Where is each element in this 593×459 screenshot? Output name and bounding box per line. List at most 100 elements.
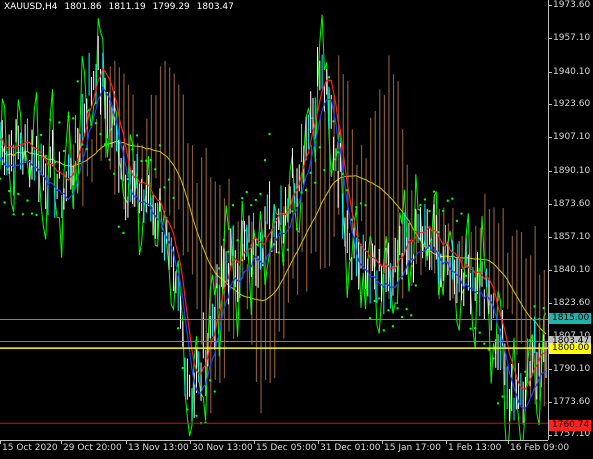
sar-dot [496, 402, 500, 405]
sar-dot [158, 144, 162, 147]
sar-dot [240, 196, 244, 200]
sar-dot [186, 408, 189, 411]
price-label: 1773.60 [553, 397, 591, 407]
sar-dot [145, 159, 148, 163]
sar-dot [391, 324, 395, 328]
sar-dot [350, 218, 354, 221]
sar-dot [172, 196, 175, 200]
time-label: 13 Nov 13:00 [128, 443, 189, 453]
cloud-segment [484, 193, 486, 257]
sar-dot [99, 132, 102, 136]
sar-dot [355, 205, 358, 209]
cloud-segment [379, 89, 381, 268]
sar-dot [131, 147, 134, 151]
sar-dot [3, 201, 6, 204]
price-axis[interactable]: 1973.60 1957.10 1940.10 1923.60 1907.10 … [548, 0, 593, 440]
sar-dot [314, 181, 317, 184]
sar-dot [227, 250, 230, 254]
sar-dot [268, 132, 271, 136]
time-axis[interactable]: 15 Oct 2020 29 Oct 20:00 13 Nov 13:00 30… [0, 440, 569, 459]
sar-dot [140, 159, 143, 163]
sar-dot [53, 161, 57, 164]
sar-dot [126, 178, 130, 181]
time-tick [508, 441, 509, 444]
sar-dot [400, 315, 404, 319]
time-tick [126, 441, 127, 444]
sar-dot [451, 197, 454, 200]
sar-dot [81, 143, 84, 146]
cloud-segment [539, 274, 541, 401]
price-tick [549, 137, 552, 138]
cloud-segment [292, 194, 294, 279]
sar-dot [231, 204, 235, 207]
time-tick [446, 441, 447, 444]
price-plot[interactable] [0, 0, 548, 440]
sar-dot [35, 213, 38, 217]
cloud-segment [360, 144, 363, 221]
time-label: 16 Feb 09:00 [510, 443, 570, 453]
sar-dot [396, 307, 399, 310]
sar-dot [419, 203, 422, 207]
sar-dot [0, 177, 2, 180]
sar-dot [533, 305, 536, 308]
sar-dot [245, 190, 248, 194]
chart-window[interactable]: XAUUSD,H4 1801.86 1811.19 1799.29 1803.4… [0, 0, 593, 458]
sar-dot [62, 149, 66, 153]
sar-dot [67, 115, 70, 118]
sar-dot [291, 210, 294, 213]
price-label: 1857.10 [553, 232, 591, 242]
cloud-segment [169, 67, 171, 216]
sar-dot [405, 307, 408, 311]
sar-dot [44, 154, 47, 158]
sar-dot [90, 123, 93, 126]
time-label: 30 Nov 13:00 [192, 443, 253, 453]
price-label: 1873.60 [553, 199, 591, 209]
time-tick [190, 441, 191, 444]
sar-dot [414, 284, 417, 287]
cloud-segment [91, 139, 93, 183]
cloud-segment [306, 187, 308, 292]
sar-dot [122, 231, 125, 235]
price-tick [549, 38, 552, 39]
sar-dot [373, 299, 376, 303]
price-tick [549, 402, 552, 403]
sar-dot [336, 151, 340, 154]
price-tick [549, 303, 552, 304]
price-tick [549, 5, 552, 6]
price-tick [549, 171, 552, 172]
sar-dot [167, 178, 171, 181]
sar-dot [441, 209, 445, 213]
sar-dot [85, 148, 89, 151]
cloud-segment [274, 237, 276, 379]
red-level-badge: 1760.74 [549, 420, 591, 431]
sar-dot [71, 117, 75, 120]
cloud-segment [205, 147, 207, 383]
cloud-segment [502, 208, 504, 308]
price-label: 1940.10 [553, 67, 591, 77]
cloud-segment [365, 158, 367, 242]
sar-dot [76, 80, 79, 83]
sar-dot [181, 366, 184, 370]
sar-dot [263, 159, 267, 162]
sar-dot [469, 327, 472, 330]
sar-dot [304, 188, 308, 192]
cloud-segment [155, 95, 157, 179]
sar-dot [163, 186, 166, 189]
sar-dot [473, 327, 477, 330]
cloud-segment [228, 178, 230, 332]
cloud-segment [351, 129, 354, 234]
sar-dot [387, 309, 390, 312]
cloud-segment [493, 207, 495, 301]
cyan-level-badge: 1815.00 [549, 313, 591, 324]
sar-dot [250, 203, 253, 207]
cloud-segment [278, 235, 280, 332]
sar-dot [364, 204, 367, 207]
time-label: 15 Oct 2020 [2, 443, 58, 453]
time-label: 15 Jan 17:00 [384, 443, 441, 453]
sar-dot [309, 171, 312, 175]
price-tick [549, 270, 552, 271]
sar-dot [17, 192, 20, 196]
sar-dot [332, 120, 335, 123]
symbol-label: XAUUSD,H4 [4, 2, 58, 12]
sar-dot [464, 274, 468, 277]
